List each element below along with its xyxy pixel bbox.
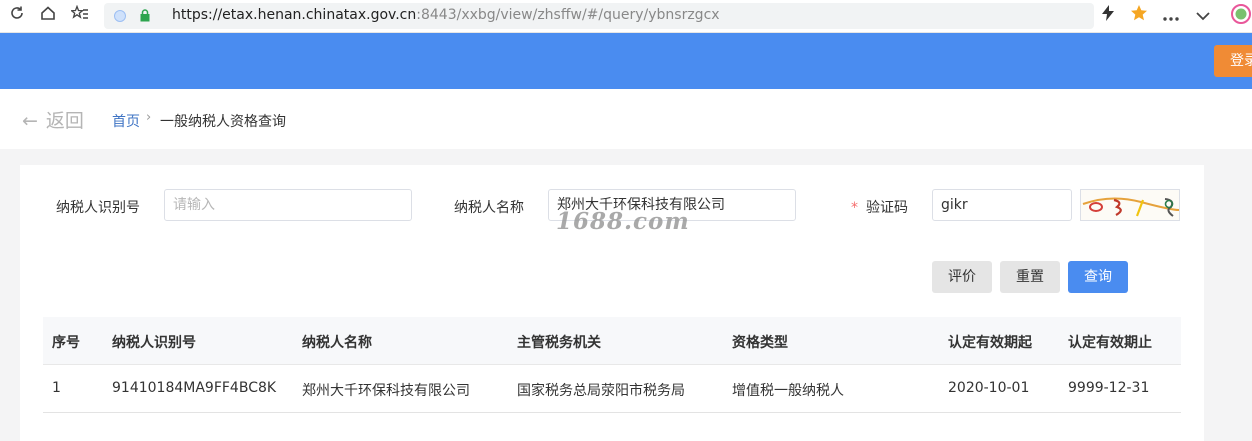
taxpayer-id-input[interactable]: 请输入	[164, 189, 412, 221]
reset-button[interactable]: 重置	[1000, 261, 1060, 293]
taxpayer-id-label: 纳税人识别号	[56, 200, 140, 216]
chevron-down-icon[interactable]	[1192, 4, 1214, 28]
evaluate-button[interactable]: 评价	[932, 261, 992, 293]
table-cell: 9999-12-31	[1068, 380, 1150, 396]
column-header: 纳税人名称	[302, 335, 372, 351]
column-header: 主管税务机关	[517, 335, 601, 351]
breadcrumb-current: 一般纳税人资格查询	[160, 114, 286, 130]
table-header: 序号 纳税人识别号 纳税人名称 主管税务机关 资格类型 认定有效期起 认定有效期…	[43, 317, 1181, 365]
table-cell: 增值税一般纳税人	[732, 383, 844, 399]
profile-icon[interactable]	[1230, 4, 1252, 28]
back-label: 返回	[45, 110, 84, 132]
captcha-input[interactable]: gikr	[932, 189, 1072, 221]
url-host: https://etax.henan.chinatax.gov.cn	[172, 7, 417, 23]
lock-icon	[140, 9, 150, 22]
site-header	[0, 33, 1252, 89]
breadcrumb-separator: ›	[146, 110, 152, 125]
table-cell: 2020-10-01	[948, 380, 1030, 396]
column-header: 序号	[52, 335, 80, 351]
reload-icon[interactable]	[6, 5, 28, 27]
column-header: 认定有效期起	[948, 335, 1032, 351]
arrow-left-icon: ←	[22, 110, 38, 132]
site-info-icon[interactable]	[114, 10, 126, 22]
column-header: 资格类型	[732, 335, 788, 351]
star-icon[interactable]	[1128, 4, 1150, 28]
column-header: 纳税人识别号	[112, 335, 196, 351]
breadcrumb-home[interactable]: 首页	[112, 111, 140, 131]
table-cell: 1	[52, 380, 61, 396]
required-mark: *	[851, 200, 858, 216]
address-bar[interactable]: https://etax.henan.chinatax.gov.cn:8443/…	[104, 3, 1094, 29]
url-path: :8443/xxbg/view/zhsffw/#/query/ybnsrzgcx	[416, 7, 720, 23]
captcha-label: * 验证码	[851, 197, 908, 217]
table-cell: 郑州大千环保科技有限公司	[302, 383, 470, 399]
favorites-icon[interactable]	[69, 4, 91, 27]
table-cell: 91410184MA9FF4BC8K	[112, 380, 277, 396]
home-icon[interactable]	[37, 5, 59, 27]
query-button[interactable]: 查询	[1068, 261, 1128, 293]
column-header: 认定有效期止	[1068, 335, 1152, 351]
more-icon[interactable]	[1160, 4, 1182, 28]
lightning-icon[interactable]	[1097, 4, 1119, 28]
taxpayer-name-label: 纳税人名称	[454, 200, 524, 216]
browser-toolbar: https://etax.henan.chinatax.gov.cn:8443/…	[0, 0, 1252, 33]
table-row[interactable]: 1 91410184MA9FF4BC8K 郑州大千环保科技有限公司 国家税务总局…	[43, 365, 1181, 413]
table-cell: 国家税务总局荥阳市税务局	[517, 383, 685, 399]
url-text[interactable]: https://etax.henan.chinatax.gov.cn:8443/…	[172, 7, 720, 23]
login-button[interactable]: 登录	[1214, 45, 1252, 77]
captcha-image[interactable]	[1080, 189, 1180, 221]
watermark: 1688.com	[556, 208, 690, 235]
captcha-label-text: 验证码	[866, 200, 908, 216]
back-button[interactable]: ← 返回	[22, 106, 84, 133]
